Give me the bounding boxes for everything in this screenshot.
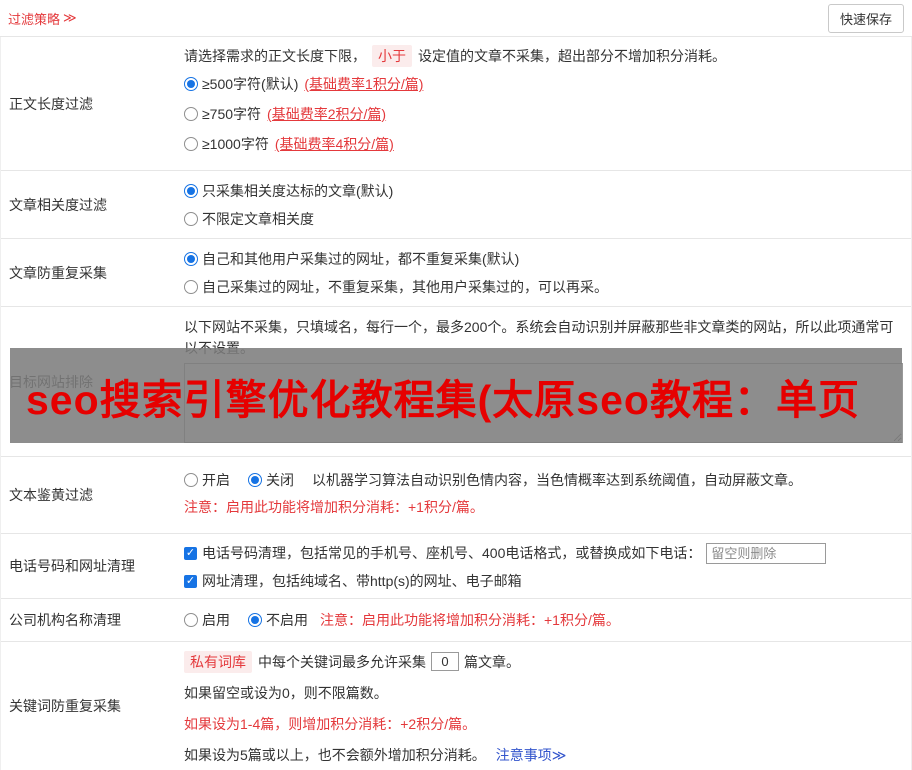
radio-porn-on[interactable] — [184, 473, 198, 487]
dedup-all-users-label: 自己和其他用户采集过的网址，都不重复采集(默认) — [202, 249, 519, 269]
checkbox-phone-clean[interactable] — [184, 547, 197, 560]
radio-1000-chars[interactable] — [184, 137, 198, 151]
radio-company-on[interactable] — [184, 613, 198, 627]
porn-filter-options: 开启 关闭 以机器学习算法自动识别色情内容，当色情概率达到系统阈值，自动屏蔽文章… — [184, 467, 903, 493]
intro-before-text: 请选择需求的正文长度下限， — [184, 46, 366, 66]
phone-clean-option: 电话号码清理，包括常见的手机号、座机号、400电话格式，或替换成如下电话： — [184, 539, 903, 567]
row-porn-filter: 文本鉴黄过滤 开启 关闭 以机器学习算法自动识别色情内容，当色情概率达到系统阈值… — [1, 457, 911, 534]
dedup-self-only-label: 自己采集过的网址，不重复采集，其他用户采集过的，可以再采。 — [202, 277, 608, 297]
porn-on-label[interactable]: 开启 — [202, 470, 230, 490]
phone-replace-input[interactable] — [706, 543, 826, 564]
option-dedup-all-users[interactable]: 自己和其他用户采集过的网址，都不重复采集(默认) — [184, 245, 903, 273]
relevance-label: 文章相关度过滤 — [1, 171, 176, 238]
option-500-label: ≥500字符(默认) — [202, 74, 298, 94]
option-500-fee: (基础费率1积分/篇) — [304, 74, 423, 94]
relevance-strict-label: 只采集相关度达标的文章(默认) — [202, 181, 393, 201]
body-length-label: 正文长度过滤 — [1, 37, 176, 170]
porn-filter-description: 以机器学习算法自动识别色情内容，当色情概率达到系统阈值，自动屏蔽文章。 — [312, 470, 802, 490]
quick-save-button[interactable]: 快速保存 — [828, 4, 904, 33]
porn-off-label[interactable]: 关闭 — [266, 470, 294, 490]
radio-dedup-self-only[interactable] — [184, 280, 198, 294]
notice-link[interactable]: 注意事项≫ — [496, 745, 567, 765]
radio-relevance-strict[interactable] — [184, 184, 198, 198]
row-relevance-filter: 文章相关度过滤 只采集相关度达标的文章(默认) 不限定文章相关度 — [1, 171, 911, 239]
page-title: 过滤策略 ≫ — [8, 9, 77, 28]
option-750-chars[interactable]: ≥750字符 (基础费率2积分/篇) — [184, 99, 903, 129]
option-500-chars[interactable]: ≥500字符(默认) (基础费率1积分/篇) — [184, 69, 903, 99]
radio-dedup-all-users[interactable] — [184, 252, 198, 266]
chevron-double-down-icon: ≫ — [552, 747, 567, 763]
company-on-label[interactable]: 启用 — [202, 610, 230, 630]
keyword-note-zero: 如果留空或设为0，则不限篇数。 — [184, 677, 903, 708]
option-750-fee: (基础费率2积分/篇) — [267, 104, 386, 124]
radio-company-off[interactable] — [248, 613, 262, 627]
row-keyword-dedup: 关键词防重复采集 私有词库 中每个关键词最多允许采集 篇文章。 如果留空或设为0… — [1, 642, 911, 770]
keyword-limit-text: 中每个关键词最多允许采集 — [258, 652, 426, 672]
phone-clean-label: 电话号码清理，包括常见的手机号、座机号、400电话格式，或替换成如下电话： — [202, 543, 701, 563]
row-dedup-collection: 文章防重复采集 自己和其他用户采集过的网址，都不重复采集(默认) 自己采集过的网… — [1, 239, 911, 307]
option-dedup-self-only[interactable]: 自己采集过的网址，不重复采集，其他用户采集过的，可以再采。 — [184, 273, 903, 301]
keyword-count-input[interactable] — [431, 652, 459, 671]
keyword-note-5plus-line: 如果设为5篇或以上，也不会额外增加积分消耗。 注意事项≫ — [184, 739, 903, 770]
watermark-text: seo搜索引擎优化教程集(太原seo教程：单页 — [10, 366, 860, 426]
url-clean-label: 网址清理，包括纯域名、带http(s)的网址、电子邮箱 — [202, 571, 522, 591]
keyword-limit-suffix: 篇文章。 — [464, 652, 520, 672]
page-title-text: 过滤策略 — [8, 9, 60, 28]
keyword-note-5plus: 如果设为5篇或以上，也不会额外增加积分消耗。 — [184, 745, 486, 765]
row-body-length-filter: 正文长度过滤 请选择需求的正文长度下限， 小于 设定值的文章不采集，超出部分不增… — [1, 37, 911, 171]
option-relevance-strict[interactable]: 只采集相关度达标的文章(默认) — [184, 177, 903, 205]
option-relevance-any[interactable]: 不限定文章相关度 — [184, 205, 903, 233]
keyword-limit-line: 私有词库 中每个关键词最多允许采集 篇文章。 — [184, 646, 903, 677]
company-clean-note: 注意：启用此功能将增加积分消耗：+1积分/篇。 — [320, 610, 620, 630]
top-bar: 过滤策略 ≫ 快速保存 — [0, 0, 912, 37]
radio-750-chars[interactable] — [184, 107, 198, 121]
keyword-note-1-4: 如果设为1-4篇，则增加积分消耗：+2积分/篇。 — [184, 708, 903, 739]
phone-url-label: 电话号码和网址清理 — [1, 534, 176, 598]
url-clean-option: 网址清理，包括纯域名、带http(s)的网址、电子邮箱 — [184, 567, 903, 595]
radio-500-chars[interactable] — [184, 77, 198, 91]
notice-link-text: 注意事项 — [496, 747, 552, 763]
body-length-intro: 请选择需求的正文长度下限， 小于 设定值的文章不采集，超出部分不增加积分消耗。 — [184, 43, 903, 69]
option-1000-chars[interactable]: ≥1000字符 (基础费率4积分/篇) — [184, 129, 903, 159]
option-750-label: ≥750字符 — [202, 104, 261, 124]
radio-relevance-any[interactable] — [184, 212, 198, 226]
company-off-label[interactable]: 不启用 — [266, 610, 308, 630]
chevron-double-icon[interactable]: ≫ — [63, 10, 77, 26]
keyword-dedup-label: 关键词防重复采集 — [1, 642, 176, 770]
row-company-clean: 公司机构名称清理 启用 不启用 注意：启用此功能将增加积分消耗：+1积分/篇。 — [1, 599, 911, 642]
option-1000-fee: (基础费率4积分/篇) — [275, 134, 394, 154]
row-phone-url-clean: 电话号码和网址清理 电话号码清理，包括常见的手机号、座机号、400电话格式，或替… — [1, 534, 911, 599]
less-than-highlight: 小于 — [372, 45, 412, 67]
company-clean-label: 公司机构名称清理 — [1, 599, 176, 641]
intro-after-text: 设定值的文章不采集，超出部分不增加积分消耗。 — [418, 46, 726, 66]
company-clean-options: 启用 不启用 注意：启用此功能将增加积分消耗：+1积分/篇。 — [184, 605, 620, 635]
option-1000-label: ≥1000字符 — [202, 134, 269, 154]
checkbox-url-clean[interactable] — [184, 575, 197, 588]
private-lexicon-tag[interactable]: 私有词库 — [184, 651, 252, 673]
relevance-any-label: 不限定文章相关度 — [202, 209, 314, 229]
watermark-overlay: seo搜索引擎优化教程集(太原seo教程：单页 — [10, 348, 902, 443]
porn-filter-note: 注意：启用此功能将增加积分消耗：+1积分/篇。 — [184, 493, 903, 521]
dedup-label: 文章防重复采集 — [1, 239, 176, 306]
radio-porn-off[interactable] — [248, 473, 262, 487]
porn-filter-label: 文本鉴黄过滤 — [1, 457, 176, 533]
